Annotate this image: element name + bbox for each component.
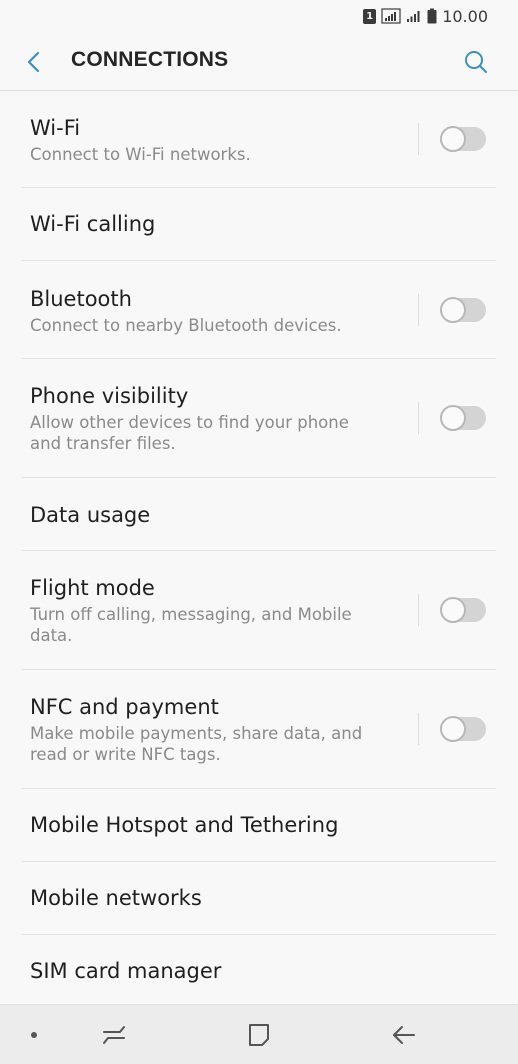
navigation-bar xyxy=(0,1004,518,1064)
toggle-knob xyxy=(440,296,466,323)
signal-sim2-icon xyxy=(407,11,420,22)
setting-title: Mobile networks xyxy=(30,886,202,910)
phone-visibility-toggle[interactable] xyxy=(440,405,486,431)
setting-subtitle: Make mobile payments, share data, and re… xyxy=(30,724,363,764)
toggle-knob xyxy=(440,405,466,431)
signal-sim1-icon xyxy=(381,8,401,24)
clock: 10.00 xyxy=(442,6,488,26)
status-bar: 1 10.00 xyxy=(0,0,518,32)
setting-phone-visibility[interactable]: Phone visibility Allow other devices to … xyxy=(22,359,496,478)
setting-title: Data usage xyxy=(30,503,151,527)
toggle-knob xyxy=(440,126,466,152)
setting-mobile-hotspot[interactable]: Mobile Hotspot and Tethering xyxy=(22,789,496,862)
toggle-container xyxy=(418,402,496,434)
setting-subtitle: Turn off calling, messaging, and Mobile … xyxy=(30,605,352,645)
flight-mode-toggle[interactable] xyxy=(440,597,486,623)
chevron-left-icon xyxy=(27,51,40,73)
search-button[interactable] xyxy=(460,46,492,78)
sim-indicator: 1 xyxy=(363,8,377,24)
dot-icon xyxy=(31,1032,37,1038)
home-icon xyxy=(249,1024,269,1046)
toggle-container xyxy=(418,713,496,745)
nfc-toggle[interactable] xyxy=(440,716,486,742)
toggle-container xyxy=(418,594,496,626)
page-title: CONNECTIONS xyxy=(71,48,229,71)
nav-back-button[interactable] xyxy=(374,1005,434,1064)
setting-subtitle: Connect to Wi-Fi networks. xyxy=(30,145,251,164)
toggle-container xyxy=(418,123,496,155)
setting-data-usage[interactable]: Data usage xyxy=(22,478,496,551)
toggle-container xyxy=(418,293,496,326)
app-bar: CONNECTIONS xyxy=(0,32,518,90)
setting-subtitle: Connect to nearby Bluetooth devices. xyxy=(30,316,342,335)
settings-list: Wi-Fi Connect to Wi-Fi networks. Wi-Fi c… xyxy=(0,91,518,1005)
setting-title: Mobile Hotspot and Tethering xyxy=(30,813,339,837)
setting-subtitle: Allow other devices to find your phone a… xyxy=(30,413,349,453)
search-icon xyxy=(465,51,487,73)
nav-dot-button[interactable] xyxy=(4,1005,64,1064)
setting-title: Wi-Fi calling xyxy=(30,212,156,236)
home-button[interactable] xyxy=(229,1005,289,1064)
setting-wifi-calling[interactable]: Wi-Fi calling xyxy=(22,188,496,261)
bluetooth-toggle[interactable] xyxy=(440,296,486,323)
back-button[interactable] xyxy=(18,46,50,78)
recents-button[interactable] xyxy=(84,1005,144,1064)
setting-sim-card-manager[interactable]: SIM card manager xyxy=(22,935,496,1005)
setting-wifi[interactable]: Wi-Fi Connect to Wi-Fi networks. xyxy=(22,91,496,188)
toggle-knob xyxy=(440,597,466,623)
toggle-knob xyxy=(440,716,466,742)
setting-flight-mode[interactable]: Flight mode Turn off calling, messaging,… xyxy=(22,551,496,670)
setting-title: SIM card manager xyxy=(30,959,222,983)
wifi-toggle[interactable] xyxy=(440,126,486,152)
back-arrow-icon xyxy=(393,1026,415,1044)
setting-bluetooth[interactable]: Bluetooth Connect to nearby Bluetooth de… xyxy=(22,261,496,359)
battery-icon xyxy=(427,8,437,24)
setting-mobile-networks[interactable]: Mobile networks xyxy=(22,862,496,935)
recents-icon xyxy=(103,1026,125,1044)
setting-nfc-payment[interactable]: NFC and payment Make mobile payments, sh… xyxy=(22,670,496,789)
